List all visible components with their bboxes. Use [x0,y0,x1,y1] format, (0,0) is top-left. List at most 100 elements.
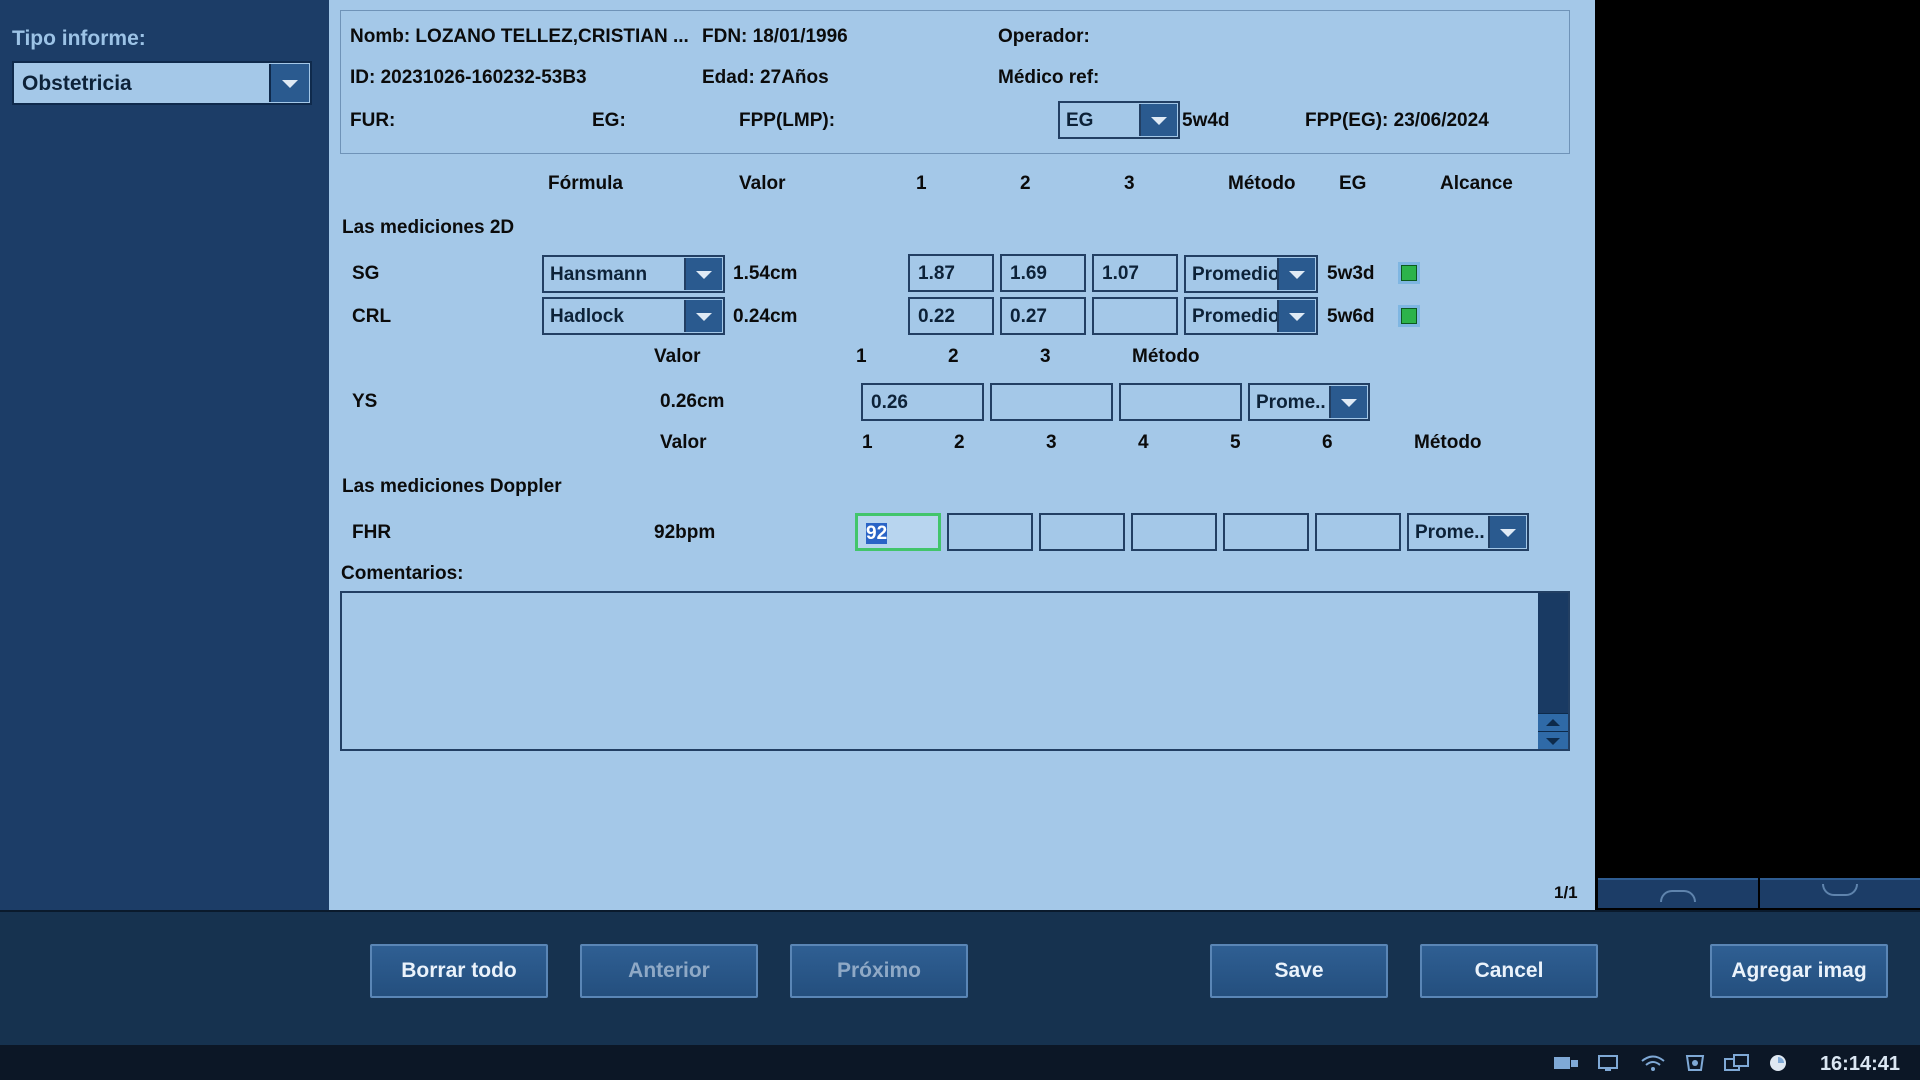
dop-col-2: 2 [954,432,965,453]
row-sg-label: SG [352,263,380,284]
ys-method-select[interactable]: Prome.. [1248,383,1370,421]
save-button[interactable]: Save [1210,944,1388,998]
crl-method-select[interactable]: Promedio [1184,297,1318,335]
crl-measure-1[interactable]: 0.22 [908,297,994,335]
dop-col-method: Método [1414,432,1482,453]
fhr-measure-2[interactable] [947,513,1033,551]
scroll-up-icon[interactable] [1538,713,1568,731]
ga-value: 5w4d [1182,110,1230,131]
page-indicator: 1/1 [1554,883,1578,902]
comments-label: Comentarios: [341,563,464,584]
comments-scrollbar[interactable] [1538,593,1568,749]
dop-col-value: Valor [660,432,707,453]
clear-all-button[interactable]: Borrar todo [370,944,548,998]
ref-doctor-label: Médico ref: [998,67,1100,88]
chevron-down-icon [1822,884,1858,896]
wifi-icon [1641,1055,1665,1071]
crl-formula-value: Hadlock [550,306,624,327]
comments-textarea[interactable] [340,591,1570,751]
chevron-down-icon[interactable] [1277,258,1315,290]
previous-button[interactable]: Anterior [580,944,758,998]
range-indicator [1398,305,1420,327]
crl-measure-3[interactable] [1092,297,1178,335]
storage-icon [1554,1057,1578,1069]
col-value: Valor [739,173,786,194]
ga-label: EG: [592,110,626,131]
ys-col-2: 2 [948,346,959,367]
clock-icon [1770,1055,1786,1071]
add-image-button[interactable]: Agregar imag [1710,944,1888,998]
dop-col-3: 3 [1046,432,1057,453]
ys-measure-2[interactable] [990,383,1113,421]
fhr-method-select[interactable]: Prome.. [1407,513,1529,551]
chevron-up-icon [1660,890,1696,902]
chevron-down-icon[interactable] [1277,300,1315,332]
row-ys-label: YS [352,391,378,412]
row-fhr-label: FHR [352,522,392,543]
dop-col-5: 5 [1230,432,1241,453]
chevron-down-icon[interactable] [684,300,722,332]
chevron-down-icon[interactable] [269,64,309,102]
next-button[interactable]: Próximo [790,944,968,998]
crl-value: 0.24cm [733,306,798,327]
ga-source-select[interactable]: EG [1058,101,1180,139]
patient-id: ID: 20231026-160232-53B3 [350,67,587,88]
page-down-button[interactable] [1760,878,1920,908]
dop-col-4: 4 [1138,432,1149,453]
patient-dob: FDN: 18/01/1996 [702,26,848,47]
sg-formula-value: Hansmann [550,264,648,285]
col-method: Método [1228,173,1296,194]
edd-ga: FPP(EG): 23/06/2024 [1305,110,1489,131]
display-icon [1724,1054,1749,1071]
network-icon [1598,1055,1618,1071]
section-2d: Las mediciones 2D [342,217,515,238]
fhr-value: 92bpm [654,522,716,543]
dop-col-6: 6 [1322,432,1333,453]
sg-method-select[interactable]: Promedio [1184,255,1318,293]
crl-ga: 5w6d [1327,306,1375,327]
ys-col-method: Método [1132,346,1200,367]
fhr-measure-3[interactable] [1039,513,1125,551]
sg-measure-3[interactable]: 1.07 [1092,254,1178,292]
ys-col-value: Valor [654,346,701,367]
chevron-down-icon[interactable] [684,258,722,290]
scroll-down-icon[interactable] [1538,731,1568,749]
ys-measure-1[interactable]: 0.26 [861,383,984,421]
sg-value: 1.54cm [733,263,798,284]
fhr-measure-6[interactable] [1315,513,1401,551]
col-3: 3 [1124,173,1135,194]
right-area [1595,0,1920,910]
crl-measure-2[interactable]: 0.27 [1000,297,1086,335]
chevron-down-icon[interactable] [1139,104,1177,136]
report-type-label: Tipo informe: [12,27,146,50]
patient-age: Edad: 27Años [702,67,829,88]
col-2: 2 [1020,173,1031,194]
ga-source-value: EG [1066,110,1094,131]
ys-col-1: 1 [856,346,867,367]
sg-measure-2[interactable]: 1.69 [1000,254,1086,292]
dop-col-1: 1 [862,432,873,453]
ys-measure-3[interactable] [1119,383,1242,421]
sg-formula-select[interactable]: Hansmann [542,255,725,293]
col-formula: Fórmula [548,173,623,194]
edd-lmp-label: FPP(LMP): [739,110,836,131]
crl-formula-select[interactable]: Hadlock [542,297,725,335]
fhr-measure-4[interactable] [1131,513,1217,551]
chevron-down-icon[interactable] [1329,386,1367,418]
ys-method-value: Prome.. [1256,392,1326,413]
fhr-method-value: Prome.. [1415,522,1485,543]
report-type-select[interactable]: Obstetricia [12,61,312,105]
sg-measure-1[interactable]: 1.87 [908,254,994,292]
col-ga: EG [1339,173,1367,194]
ys-col-3: 3 [1040,346,1051,367]
chevron-down-icon[interactable] [1488,516,1526,548]
fhr-measure-1[interactable]: 92 [855,513,941,551]
operator-label: Operador: [998,26,1090,47]
page-up-button[interactable] [1598,878,1758,908]
crl-method-value: Promedio [1192,306,1280,327]
lmp-label: FUR: [350,110,396,131]
fhr-measure-1-text: 92 [866,523,888,544]
fhr-measure-5[interactable] [1223,513,1309,551]
cancel-button[interactable]: Cancel [1420,944,1598,998]
print-icon [1685,1055,1705,1071]
